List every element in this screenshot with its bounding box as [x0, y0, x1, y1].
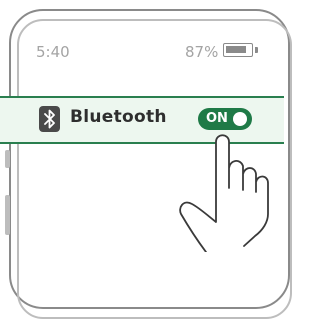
hand-pointer-icon	[179, 134, 284, 252]
